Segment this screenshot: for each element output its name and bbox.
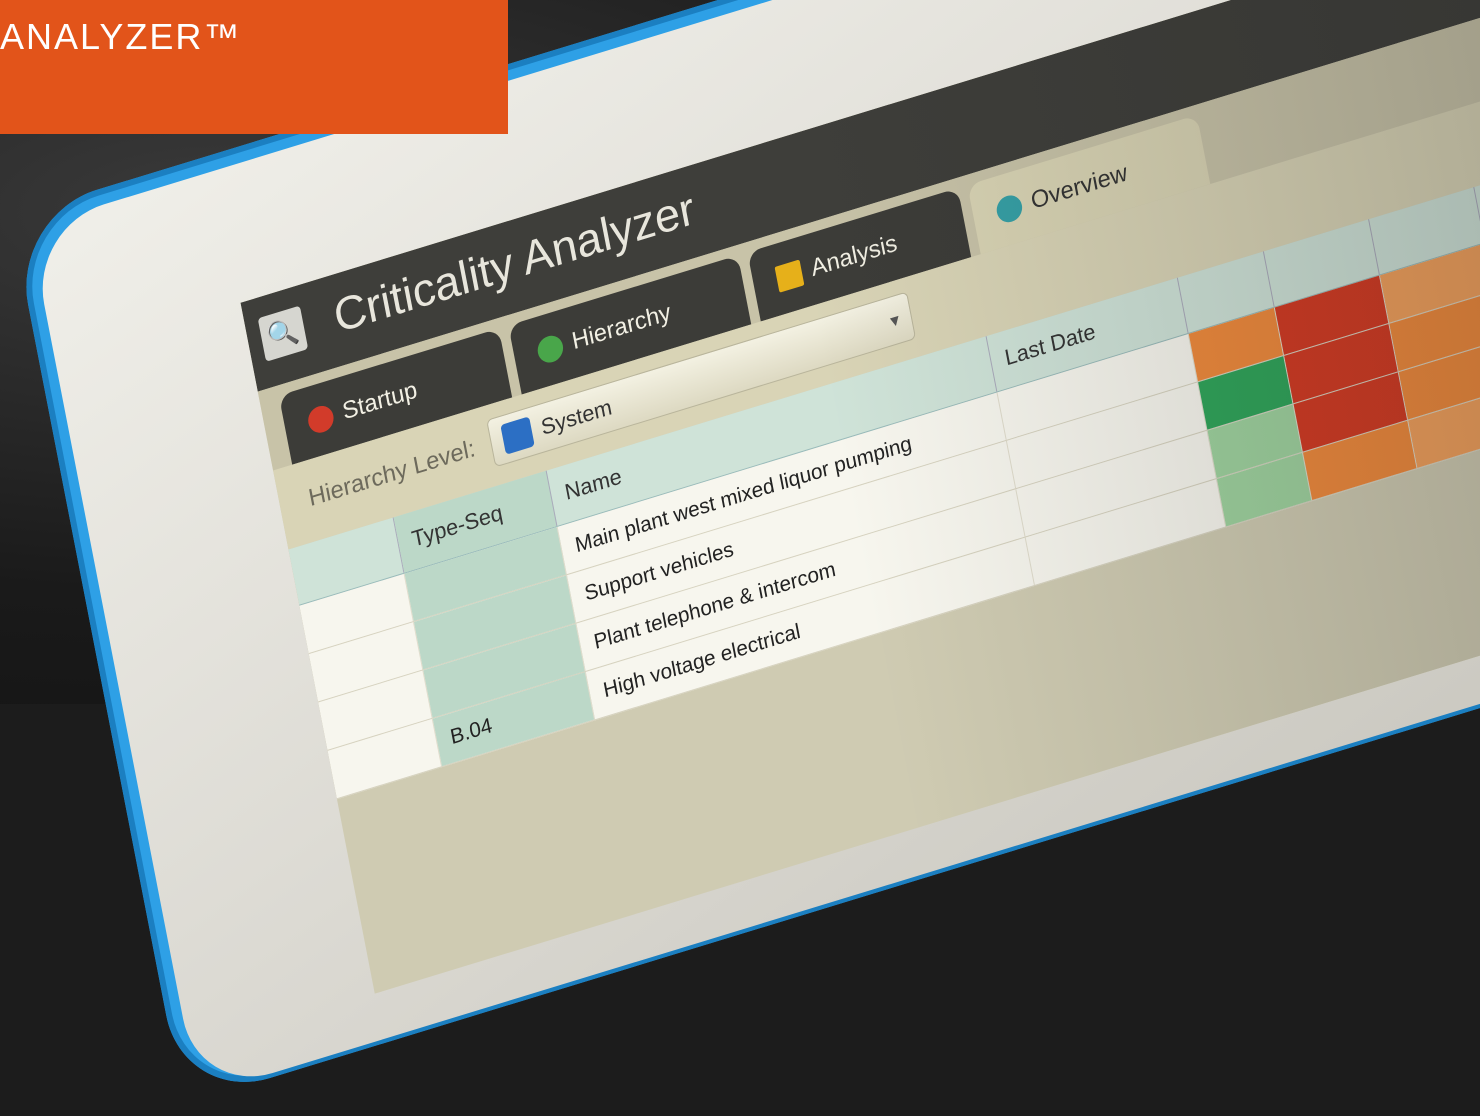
hierarchy-icon — [535, 332, 566, 366]
tab-label: Hierarchy — [569, 298, 674, 356]
tablet-device: 🔍 Criticality Analyzer Startup Hierarchy… — [0, 0, 1480, 1105]
startup-icon — [305, 402, 336, 436]
select-value: System — [538, 393, 614, 441]
tab-label: Startup — [340, 376, 420, 426]
search-button[interactable]: 🔍 — [257, 305, 309, 362]
search-icon: 🔍 — [264, 313, 302, 353]
brand-banner: ANALYZER™ — [0, 0, 508, 134]
chevron-down-icon: ▾ — [888, 308, 901, 331]
system-icon — [500, 416, 535, 455]
overview-icon — [994, 192, 1025, 226]
bar-chart-icon — [774, 259, 805, 293]
banner-title: ANALYZER™ — [0, 16, 242, 57]
tab-label: Analysis — [808, 229, 900, 283]
tab-label: Overview — [1028, 159, 1130, 215]
